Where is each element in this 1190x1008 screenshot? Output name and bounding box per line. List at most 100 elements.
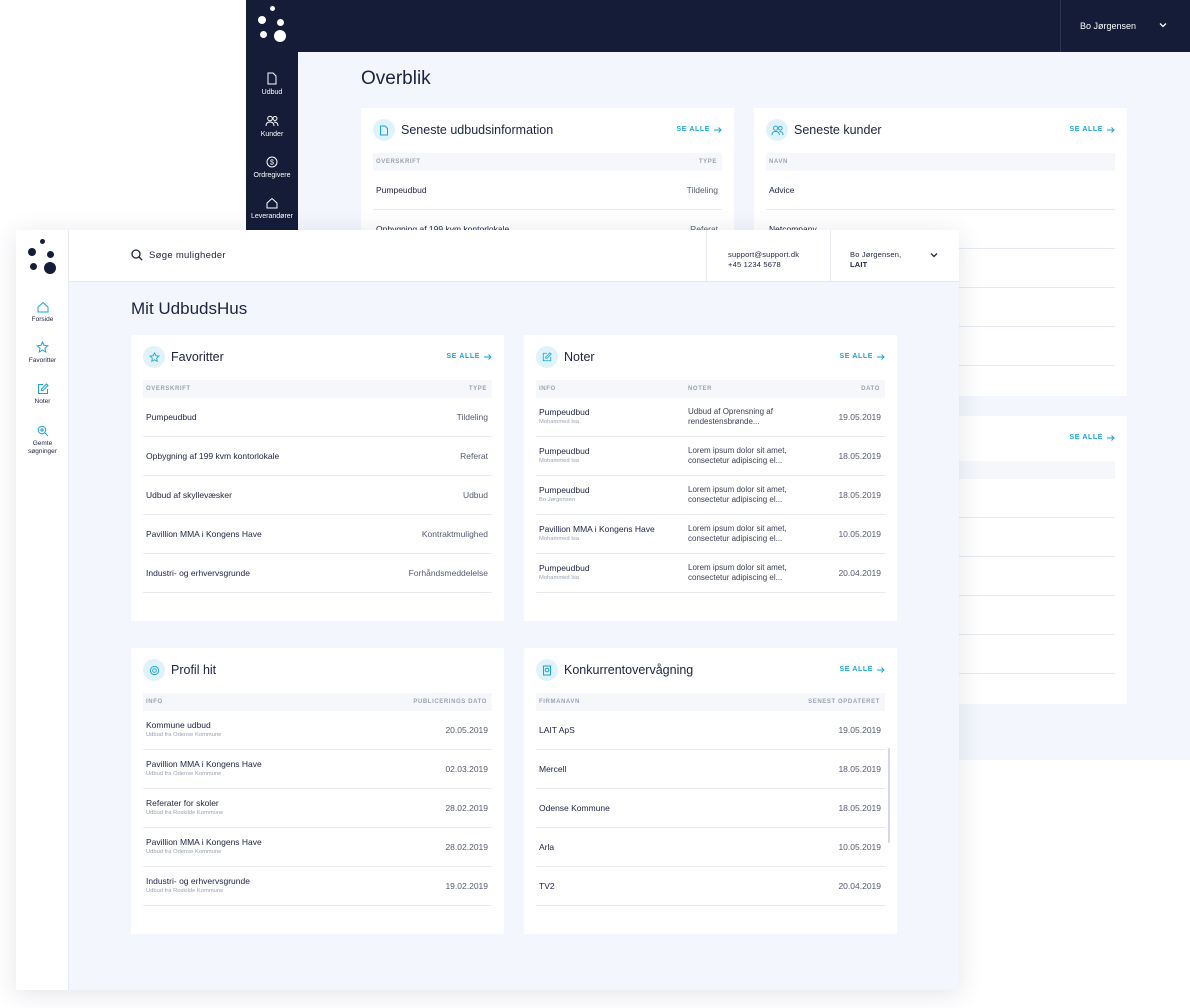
document-icon: [373, 119, 395, 141]
table-row[interactable]: Mercell 18.05.2019: [536, 750, 885, 789]
nav-label: Leverandører: [250, 213, 294, 220]
user-menu[interactable]: Bo Jørgensen, LAIT: [830, 230, 959, 282]
table-row[interactable]: Pumpeudbud Tildeling: [143, 398, 492, 437]
search-placeholder: Søge muligheder: [149, 249, 226, 261]
arrow-right-icon: [1107, 434, 1115, 441]
money-icon: $: [266, 156, 278, 168]
card-title: Profil hit: [171, 663, 217, 677]
nav-label: Noter: [34, 398, 51, 405]
scrollbar[interactable]: [888, 748, 890, 843]
table-header: FIRMANAVN SENEST OPDATERET: [536, 693, 885, 711]
sidebar-item-gemte-sogninger[interactable]: Gemte søgninger: [16, 425, 69, 456]
see-all-link[interactable]: SE ALLE: [1070, 126, 1116, 133]
sidebar-item-forside[interactable]: Forside: [16, 301, 69, 324]
user-name: Bo Jørgensen,: [850, 250, 902, 259]
card-competitors: Konkurrentovervågning SE ALLE FIRMANAVN S…: [524, 648, 897, 934]
table-header: NAVN: [766, 153, 1115, 171]
sidebar-item-noter[interactable]: Noter: [16, 383, 69, 406]
arrow-right-icon: [484, 353, 492, 360]
card-title: Noter: [564, 350, 595, 364]
card-latest-tenders: Seneste udbudsinformation SE ALLE OVERSK…: [361, 108, 734, 249]
logo[interactable]: [26, 236, 60, 276]
user-company: LAIT: [850, 260, 868, 269]
document-icon: [267, 72, 277, 85]
search-input[interactable]: Søge muligheder: [131, 249, 226, 261]
table-header: OVERSKRIFT TYPE: [373, 153, 722, 171]
arrow-right-icon: [714, 126, 722, 133]
user-name: Bo Jørgensen: [1080, 21, 1137, 31]
see-all-link[interactable]: SE ALLE: [840, 666, 886, 673]
support-phone[interactable]: +45 1234 5678: [728, 260, 830, 270]
table-header: OVERSKRIFT TYPE: [143, 380, 492, 398]
card-title: Favoritter: [171, 350, 224, 364]
arrow-right-icon: [1107, 126, 1115, 133]
back-nav-ordregivere[interactable]: $ Ordregivere: [246, 156, 298, 179]
back-nav-udbud[interactable]: Udbud: [246, 72, 298, 96]
card-title: Seneste udbudsinformation: [401, 123, 554, 137]
edit-icon: [536, 346, 558, 368]
nav-label: Ordregivere: [253, 172, 291, 179]
table-row[interactable]: Udbud af skyllevæsker Udbud: [143, 476, 492, 515]
table-row[interactable]: TV2 20.04.2019: [536, 867, 885, 906]
see-all-link[interactable]: SE ALLE: [447, 353, 493, 360]
sidebar: Forside Favoritter Noter Gemte søgninger: [16, 230, 69, 990]
sidebar-item-favoritter[interactable]: Favoritter: [16, 341, 69, 365]
nav-label: Forside: [31, 316, 54, 323]
table-header: INFO NOTER DATO: [536, 380, 885, 398]
table-row[interactable]: Pavillion MMA i Kongens Have Udbud fra Od…: [143, 828, 492, 867]
table-row[interactable]: Odense Kommune 18.05.2019: [536, 789, 885, 828]
chevron-down-icon: [930, 253, 938, 258]
table-row[interactable]: Arla 10.05.2019: [536, 828, 885, 867]
star-icon: [36, 341, 49, 353]
card-favorites: Favoritter SE ALLE OVERSKRIFT TYPE Pumpeu…: [131, 335, 504, 621]
home-icon: [266, 197, 278, 209]
foreground-window: Forside Favoritter Noter Gemte søgninger…: [16, 230, 959, 990]
table-row[interactable]: Pumpeudbud Mohammed Isa Lorem ipsum dolor …: [536, 437, 885, 476]
target-icon: [143, 659, 165, 681]
table-row[interactable]: Pumpeudbud Mohammed Isa Lorem ipsum dolor …: [536, 554, 885, 593]
table-row[interactable]: Industri- og erhvervsgrunde Forhåndsmedde…: [143, 554, 492, 593]
see-all-link[interactable]: SE ALLE: [1070, 434, 1116, 441]
users-icon: [265, 115, 279, 127]
table-row[interactable]: LAIT ApS 19.05.2019: [536, 711, 885, 750]
table-row[interactable]: Pumpeudbud Bo Jørgensen Lorem ipsum dolor …: [536, 476, 885, 515]
table-row[interactable]: Pavillion MMA i Kongens Have Mohammed Isa…: [536, 515, 885, 554]
home-icon: [37, 301, 48, 313]
back-nav-kunder[interactable]: Kunder: [246, 115, 298, 138]
chevron-down-icon: [1159, 23, 1167, 28]
see-all-link[interactable]: SE ALLE: [677, 126, 723, 133]
table-row[interactable]: Pumpeudbud Tildeling: [373, 171, 722, 210]
support-info[interactable]: support@support.dk +45 1234 5678: [706, 230, 830, 282]
card-title: Seneste kunder: [794, 123, 882, 137]
nav-label: søgninger: [28, 448, 57, 455]
search-plus-icon: [37, 425, 48, 437]
table-row[interactable]: Kommune udbud Udbud fra Odense Kommune 20.…: [143, 711, 492, 750]
edit-icon: [37, 383, 49, 394]
see-all-link[interactable]: SE ALLE: [840, 353, 886, 360]
table-row[interactable]: Opbygning af 199 kvm kontorlokale Referat: [143, 437, 492, 476]
search-icon: [131, 249, 143, 261]
table-row[interactable]: Industri- og erhvervsgrunde Udbud fra Ros…: [143, 867, 492, 906]
back-user-menu[interactable]: Bo Jørgensen: [1060, 0, 1190, 52]
svg-text:$: $: [270, 160, 274, 167]
table-row[interactable]: Pumpeudbud Mohammed Isa Udbud af Oprensnin…: [536, 398, 885, 437]
arrow-right-icon: [877, 353, 885, 360]
table-row[interactable]: Referater for skoler Udbud fra Roskilde K…: [143, 789, 492, 828]
logo[interactable]: [256, 6, 290, 46]
card-profile-hits: Profil hit INFO PUBLICERINGS DATO Kommune…: [131, 648, 504, 934]
users-icon: [766, 119, 788, 141]
star-icon: [143, 346, 165, 368]
nav-label: Kunder: [260, 131, 284, 138]
page-title: Mit UdbudsHus: [131, 299, 248, 318]
card-title: Konkurrentovervågning: [564, 663, 694, 677]
support-email[interactable]: support@support.dk: [728, 250, 830, 260]
nav-label: Favoritter: [28, 357, 57, 364]
nav-label: Gemte: [32, 440, 53, 447]
arrow-right-icon: [877, 666, 885, 673]
back-topbar: [246, 0, 1190, 52]
monitor-icon: [536, 659, 558, 681]
table-row[interactable]: Pavillion MMA i Kongens Have Kontraktmuli…: [143, 515, 492, 554]
table-row[interactable]: Advice: [766, 171, 1115, 210]
back-nav-leverandorer[interactable]: Leverandører: [246, 197, 298, 220]
table-row[interactable]: Pavillion MMA i Kongens Have Udbud fra Od…: [143, 750, 492, 789]
